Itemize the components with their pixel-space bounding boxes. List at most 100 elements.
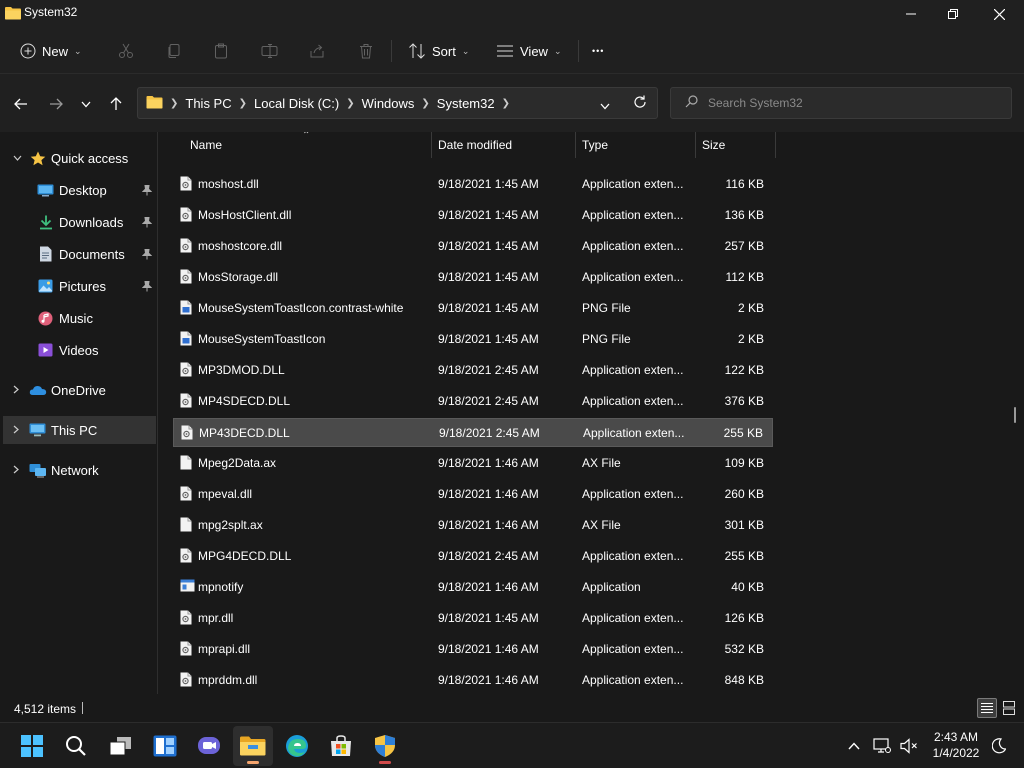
table-row[interactable]: MosHostClient.dll 9/18/2021 1:45 AM Applic… (173, 201, 773, 230)
column-date-modified[interactable]: Date modified (438, 138, 512, 152)
chevron-right-icon[interactable] (13, 385, 19, 396)
chevron-right-icon[interactable] (13, 425, 19, 436)
table-row[interactable]: MPG4DECD.DLL 9/18/2021 2:45 AM Application… (173, 542, 773, 571)
refresh-button[interactable] (633, 95, 647, 112)
ax-file-icon (180, 517, 192, 535)
network-status-button[interactable] (870, 723, 894, 768)
address-history-button[interactable] (600, 98, 610, 113)
chevron-down-icon[interactable] (13, 153, 22, 163)
sidebar-item-videos[interactable]: Videos (3, 336, 156, 364)
chevron-right-icon[interactable] (13, 465, 19, 476)
security-button[interactable] (365, 726, 405, 766)
sort-button[interactable]: Sort ⌄ (408, 28, 469, 74)
table-row[interactable]: MouseSystemToastIcon 9/18/2021 1:45 AM PNG… (173, 325, 773, 354)
table-row-selected[interactable]: MP43DECD.DLL 9/18/2021 2:45 AM Application… (173, 418, 773, 447)
network-icon (29, 463, 47, 478)
table-row[interactable]: mpnotify 9/18/2021 1:46 AM Application 40 K… (173, 573, 773, 602)
view-button[interactable]: View ⌄ (496, 28, 562, 74)
address-bar[interactable]: ❯ This PC ❯ Local Disk (C:) ❯ Windows ❯ … (137, 87, 658, 119)
table-row[interactable]: MouseSystemToastIcon.contrast-white 9/18/… (173, 294, 773, 323)
sidebar-item-downloads[interactable]: Downloads (3, 208, 156, 236)
file-name: mpnotify (198, 580, 244, 594)
sidebar-item-desktop[interactable]: Desktop (3, 176, 156, 204)
column-size[interactable]: Size (702, 138, 725, 152)
breadcrumb-local-disk[interactable]: Local Disk (C:) (254, 96, 339, 111)
vertical-scrollbar[interactable] (1014, 407, 1016, 423)
breadcrumb-separator-icon: ❯ (170, 97, 179, 109)
sidebar-item-music[interactable]: Music (3, 304, 156, 332)
table-row[interactable]: MP3DMOD.DLL 9/18/2021 2:45 AM Application … (173, 356, 773, 385)
table-row[interactable]: mprapi.dll 9/18/2021 1:46 AM Application e… (173, 635, 773, 664)
item-count: 4,512 items (14, 702, 77, 716)
paste-button[interactable] (213, 28, 229, 74)
table-row[interactable]: mpeval.dll 9/18/2021 1:46 AM Application e… (173, 480, 773, 509)
sidebar-item-pictures[interactable]: Pictures (3, 272, 156, 300)
column-name[interactable]: Name (190, 138, 222, 152)
table-row[interactable]: moshost.dll 9/18/2021 1:45 AM Application … (173, 170, 773, 199)
breadcrumb-separator-icon[interactable]: ❯ (421, 98, 429, 109)
delete-button[interactable] (358, 28, 374, 74)
table-row[interactable]: mpg2splt.ax 9/18/2021 1:46 AM AX File 301 K… (173, 511, 773, 540)
file-explorer-taskbar-button[interactable] (233, 726, 273, 766)
file-date-modified: 9/18/2021 1:46 AM (438, 673, 539, 687)
teams-chat-button[interactable] (189, 726, 229, 766)
widgets-button[interactable] (145, 726, 185, 766)
clock[interactable]: 2:43 AM 1/4/2022 (926, 729, 986, 761)
table-row[interactable]: moshostcore.dll 9/18/2021 1:45 AM Applicat… (173, 232, 773, 261)
column-divider[interactable] (775, 132, 776, 158)
back-button[interactable] (9, 94, 33, 114)
volume-button[interactable] (897, 723, 921, 768)
store-button[interactable] (321, 726, 361, 766)
file-date-modified: 9/18/2021 2:45 AM (438, 363, 539, 377)
sidebar-item-documents[interactable]: Documents (3, 240, 156, 268)
breadcrumb-separator-icon[interactable]: ❯ (346, 98, 354, 109)
close-button[interactable] (976, 0, 1022, 28)
column-divider[interactable] (695, 132, 696, 158)
breadcrumb-system32[interactable]: System32 (437, 96, 495, 111)
column-divider[interactable] (575, 132, 576, 158)
search-input[interactable] (708, 96, 998, 110)
pin-icon (141, 248, 153, 263)
sidebar-item-label: Network (51, 462, 99, 478)
sidebar-item-quick-access[interactable]: Quick access (3, 144, 156, 172)
breadcrumb-windows[interactable]: Windows (362, 96, 415, 111)
recent-locations-button[interactable] (74, 94, 98, 114)
column-type[interactable]: Type (582, 138, 608, 152)
new-button[interactable]: New ⌄ (20, 28, 82, 74)
more-options-button[interactable]: ••• (592, 28, 604, 74)
breadcrumb-separator-icon[interactable]: ❯ (502, 98, 510, 109)
table-row[interactable]: MosStorage.dll 9/18/2021 1:45 AM Applicati… (173, 263, 773, 292)
rename-button[interactable] (261, 28, 279, 74)
notifications-button[interactable] (988, 723, 1010, 768)
show-hidden-icons-button[interactable] (842, 723, 866, 768)
table-row[interactable]: MP4SDECD.DLL 9/18/2021 2:45 AM Application… (173, 387, 773, 416)
file-type: Application (582, 580, 641, 594)
minimize-button[interactable] (888, 0, 934, 28)
cut-button[interactable] (118, 28, 134, 74)
breadcrumb-this-pc[interactable]: This PC (185, 96, 231, 111)
table-row[interactable]: Mpeg2Data.ax 9/18/2021 1:46 AM AX File 109 … (173, 449, 773, 478)
file-size: 2 KB (737, 301, 764, 315)
search-box[interactable] (670, 87, 1012, 119)
start-button[interactable] (12, 726, 52, 766)
table-row[interactable]: mprddm.dll 9/18/2021 1:46 AM Application e… (173, 666, 773, 694)
edge-button[interactable] (277, 726, 317, 766)
dll-file-icon (180, 548, 192, 566)
sidebar-item-this-pc[interactable]: This PC (3, 416, 156, 444)
table-row[interactable]: mpr.dll 9/18/2021 1:45 AM Application exte… (173, 604, 773, 633)
task-view-button[interactable] (101, 726, 141, 766)
up-button[interactable] (104, 94, 128, 114)
column-divider[interactable] (431, 132, 432, 158)
share-button[interactable] (309, 28, 325, 74)
file-name: mpg2splt.ax (198, 518, 263, 532)
sidebar-item-network[interactable]: Network (3, 456, 156, 484)
breadcrumb-separator-icon[interactable]: ❯ (239, 98, 247, 109)
details-view-button[interactable] (977, 698, 997, 718)
maximize-button[interactable] (930, 0, 976, 28)
forward-button[interactable] (44, 94, 68, 114)
copy-button[interactable] (166, 28, 182, 74)
taskbar-search-button[interactable] (56, 726, 96, 766)
tiles-view-button[interactable] (999, 698, 1019, 718)
sidebar-item-onedrive[interactable]: OneDrive (3, 376, 156, 404)
file-size: 532 KB (724, 642, 764, 656)
